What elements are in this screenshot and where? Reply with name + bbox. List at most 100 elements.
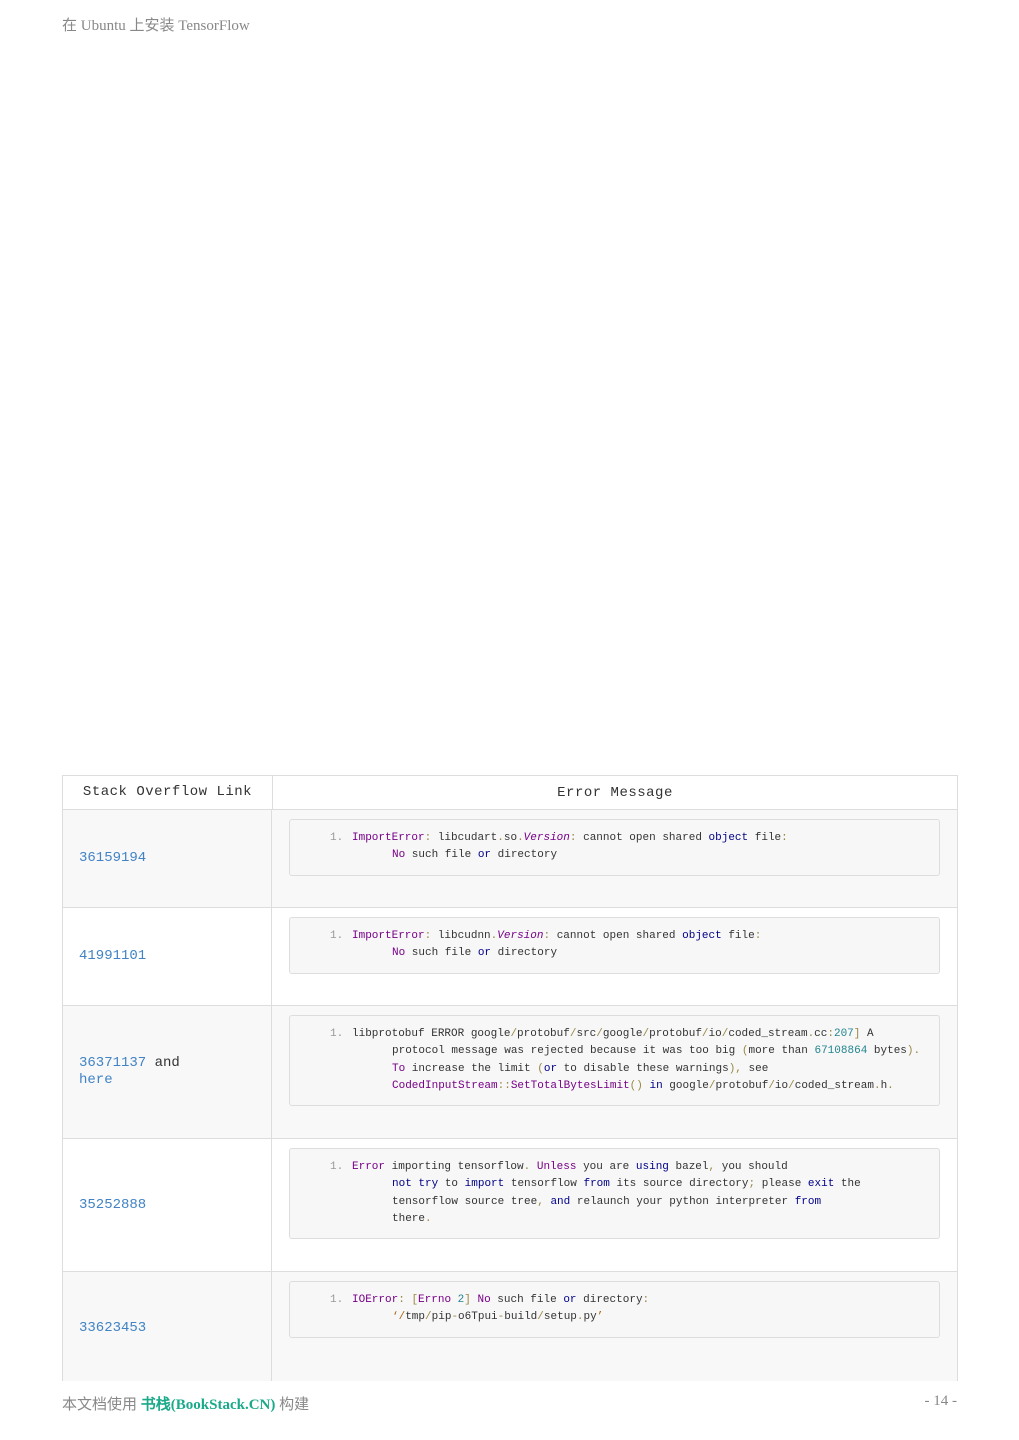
code-token: :: — [497, 1079, 511, 1092]
code-token: io — [708, 1028, 722, 1040]
code-line: ImportError: libcudart.so.Version: canno… — [330, 830, 927, 847]
code-token: build — [504, 1311, 538, 1324]
code-token: . — [425, 1212, 432, 1225]
code-token: protocol message was rejected because it… — [392, 1045, 742, 1058]
link-cell: 41991101 — [63, 908, 272, 1005]
code-token: directory — [491, 947, 558, 960]
stackoverflow-link[interactable]: 35252888 — [79, 1197, 146, 1213]
code-token: not — [392, 1178, 412, 1191]
code-token: / — [788, 1079, 795, 1092]
code-token: () — [629, 1079, 643, 1092]
code-token: ImportError — [352, 832, 425, 844]
code-token: pip — [431, 1311, 452, 1324]
stackoverflow-link[interactable]: 33623453 — [79, 1320, 146, 1336]
code-token: libprotobuf ERROR google — [352, 1028, 511, 1040]
code-token: bytes — [867, 1045, 907, 1058]
code-token: object — [682, 930, 722, 942]
code-token: protobuf — [715, 1079, 769, 1092]
link-cell: 36371137 and here — [63, 1006, 272, 1138]
code-token: libcudart — [431, 832, 498, 844]
link-cell: 33623453 — [63, 1272, 272, 1381]
code-token: Unless — [536, 1161, 577, 1173]
code-token: such file — [405, 947, 478, 960]
code-token: To — [392, 1062, 406, 1075]
here-link[interactable]: here — [79, 1072, 113, 1088]
code-line: CodedInputStream::SetTotalBytesLimit() i… — [330, 1078, 927, 1095]
line-number: 1. — [330, 930, 344, 942]
code-token: in — [649, 1079, 663, 1092]
code-token: libcudnn — [431, 930, 491, 942]
code-block: 1. IOError: [Errno 2] No such file or dir… — [289, 1281, 940, 1338]
code-token: to — [438, 1178, 465, 1191]
code-token: Version — [523, 832, 570, 844]
table-header-row: Stack Overflow Link Error Message — [63, 776, 957, 809]
code-token: exit — [807, 1178, 835, 1191]
code-token: ’ — [596, 1311, 604, 1324]
code-token: Version — [497, 930, 544, 942]
code-line: No such file or directory — [330, 945, 927, 962]
code-token: : — [569, 832, 577, 844]
code-token: from — [583, 1178, 610, 1191]
stackoverflow-link[interactable]: 36371137 — [79, 1055, 146, 1071]
code-token: directory — [576, 1294, 643, 1306]
code-token: or — [563, 1294, 577, 1306]
code-line: ImportError: libcudnn.Version: cannot op… — [330, 928, 927, 945]
error-cell: 1. ImportError: libcudart.so.Version: can… — [272, 810, 957, 907]
error-cell: 1. libprotobuf ERROR google/protobuf/src/… — [272, 1006, 957, 1138]
code-token: protobuf — [517, 1028, 570, 1040]
code-line: not try to import tensorflow from its so… — [330, 1176, 927, 1193]
code-token: coded_stream — [794, 1079, 874, 1092]
page: 在 Ubuntu 上安装 TensorFlow Stack Overflow L… — [0, 0, 1019, 1440]
code-token: you are — [576, 1161, 636, 1173]
stackoverflow-link[interactable]: 41991101 — [79, 948, 146, 964]
code-token: see — [741, 1062, 769, 1075]
code-token: : — [754, 930, 762, 942]
code-token: Errno — [418, 1294, 452, 1306]
code-token: : — [781, 832, 788, 844]
code-token: google — [602, 1028, 643, 1040]
error-cell: 1. ImportError: libcudnn.Version: cannot … — [272, 908, 957, 1005]
footer-prefix: 本文档使用 — [62, 1397, 141, 1413]
error-cell: 1. IOError: [Errno 2] No such file or dir… — [272, 1272, 957, 1381]
code-token: / — [708, 1079, 716, 1092]
code-block: 1. libprotobuf ERROR google/protobuf/src/… — [289, 1015, 940, 1107]
code-token: . — [517, 832, 524, 844]
code-token: and — [550, 1195, 571, 1208]
line-number: 1. — [330, 1294, 344, 1306]
table-row: 41991101 1. ImportError: libcudnn.Version:… — [63, 907, 957, 1005]
code-token: 67108864 — [814, 1045, 868, 1058]
code-token: / — [425, 1311, 432, 1324]
code-token: google — [662, 1079, 709, 1092]
footer-brand-link[interactable]: 书栈(BookStack.CN) — [141, 1397, 276, 1413]
code-token: ‘/ — [392, 1311, 406, 1324]
code-token: / — [701, 1028, 709, 1040]
code-token: No — [392, 849, 406, 862]
stackoverflow-link[interactable]: 36159194 — [79, 850, 146, 866]
code-token: protobuf — [649, 1028, 702, 1040]
table-row: 36371137 and here 1. libprotobuf ERROR goog… — [63, 1005, 957, 1138]
code-token: . — [497, 832, 504, 844]
column-header-error: Error Message — [557, 784, 673, 801]
code-token: try — [418, 1178, 439, 1191]
code-token: . — [873, 1079, 881, 1092]
code-token: ( — [537, 1062, 544, 1075]
code-line: there. — [330, 1211, 927, 1228]
code-token: file — [748, 832, 782, 844]
code-token: object — [708, 832, 749, 844]
code-line: IOError: [Errno 2] No such file or direc… — [330, 1292, 927, 1309]
code-line: Error importing tensorflow. Unless you a… — [330, 1159, 927, 1176]
error-cell: 1. Error importing tensorflow. Unless you… — [272, 1139, 957, 1271]
code-line: libprotobuf ERROR google/protobuf/src/go… — [330, 1026, 927, 1043]
code-token: ). — [906, 1045, 921, 1058]
code-token: CodedInputStream — [392, 1079, 498, 1092]
code-block: 1. ImportError: libcudnn.Version: cannot … — [289, 917, 940, 974]
code-token: / — [768, 1079, 775, 1092]
code-token: directory — [491, 849, 558, 862]
code-token: file — [721, 930, 755, 942]
code-token: you should — [715, 1161, 788, 1173]
code-token: such file — [490, 1294, 564, 1306]
code-token: No — [477, 1294, 491, 1306]
code-token: the — [834, 1178, 861, 1191]
